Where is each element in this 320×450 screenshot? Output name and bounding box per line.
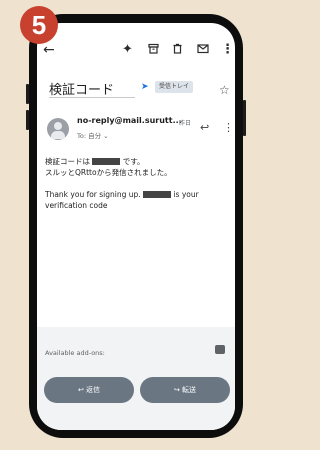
gmail-screen: ← ✦ ⋮ 検証コード ➤ 受信トレイ ☆ no-reply@mail.suru… [37,23,235,430]
label-arrow-icon: ➤ [141,82,149,92]
message-more-icon[interactable]: ⋮ [223,121,234,134]
more-vert-icon[interactable]: ⋮ [221,43,234,57]
subject-divider [49,97,135,98]
body-line-3: Thank you for signing up. is your [45,190,199,199]
step-number-badge: 5 [20,6,58,44]
email-time: 昨日 [179,120,192,127]
sparkle-icon[interactable]: ✦ [122,43,133,57]
forward-button[interactable]: ↪ 転送 [140,377,230,403]
envelope-icon[interactable] [197,43,209,58]
inbox-label-chip[interactable]: 受信トレイ [155,81,194,93]
volume-down-button [26,110,29,130]
sender-address[interactable]: no-reply@mail.surutt... [77,116,182,125]
arrow-left-icon[interactable]: ← [43,43,55,57]
email-subject: 検証コード [49,83,115,98]
forward-label: 転送 [182,386,197,394]
body-line-4: verification code [45,201,108,210]
star-icon[interactable]: ☆ [219,83,230,97]
power-button [243,100,246,136]
addons-label: Available add-ons: [45,349,105,357]
redacted-code [92,158,121,165]
redacted-code [143,191,172,198]
email-toolbar: ← ✦ ⋮ [37,43,235,65]
reply-button[interactable]: ↩ 返信 [44,377,134,403]
reply-label: 返信 [86,386,101,394]
body-line-1: 検証コードは です。 [45,157,145,166]
trash-icon[interactable] [172,43,183,58]
body-line-2: スルッとQRttoから発信されました。 [45,168,172,177]
archive-icon[interactable] [148,43,159,58]
volume-up-button [26,84,29,104]
addon-camera-icon[interactable] [215,345,225,354]
sender-avatar[interactable] [47,118,69,140]
reply-icon[interactable]: ↩ [200,121,209,134]
recipient-line[interactable]: To: 自分 ⌄ [77,130,109,140]
